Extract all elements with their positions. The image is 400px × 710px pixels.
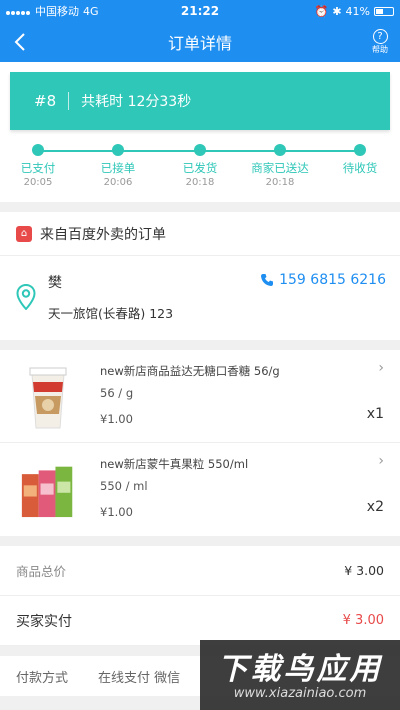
product-item[interactable]: new新店商品益达无糖口香糖 56/g 56 / g ¥1.00 › x1 (0, 350, 400, 443)
timeline-dot (274, 144, 286, 156)
delivery-address: 樊 天一旅馆(长春路) 123 159 6815 6216 (0, 256, 400, 340)
products-section: new新店商品益达无糖口香糖 56/g 56 / g ¥1.00 › x1 ne… (0, 350, 400, 536)
order-status-section: #8 共耗时 12分33秒 已支付 20:05 已接单 20:06 已发货 20… (0, 62, 400, 202)
product-price: ¥1.00 (100, 505, 133, 519)
watermark-overlay: 下载鸟应用 www.xiazainiao.com (200, 640, 400, 710)
order-number: #8 (34, 92, 57, 110)
chevron-right-icon: › (378, 360, 384, 376)
timeline-dot (112, 144, 124, 156)
watermark-url: www.xiazainiao.com (233, 686, 367, 701)
order-duration: 共耗时 12分33秒 (81, 94, 192, 110)
section-gap (0, 536, 400, 546)
payment-label: 付款方式 (16, 670, 69, 686)
chevron-right-icon: › (378, 453, 384, 469)
timeline-label: 已接单 (100, 161, 136, 175)
baidu-waimai-icon: ⌂ (16, 225, 32, 242)
product-quantity: x2 (366, 499, 384, 515)
timeline-dot (354, 144, 366, 156)
battery-icon (374, 6, 394, 16)
order-source: ⌂ 来自百度外卖的订单 (0, 212, 400, 256)
product-name: new新店蒙牛真果粒 550/ml (100, 457, 249, 471)
product-image-cup (29, 367, 67, 429)
timeline-label: 已支付 (20, 161, 56, 175)
product-price: ¥1.00 (100, 412, 133, 426)
paid-value: ¥ 3.00 (342, 613, 384, 628)
paid-row: 买家实付 ¥ 3.00 (0, 596, 400, 646)
product-quantity: x1 (366, 406, 384, 422)
banner-divider (68, 92, 70, 110)
page-title: 订单详情 (167, 34, 232, 53)
timeline-time: 20:18 (265, 177, 295, 188)
location-pin-icon (16, 284, 36, 310)
total-value: ¥ 3.00 (344, 563, 384, 578)
total-label: 商品总价 (16, 564, 67, 579)
timeline-label: 商家已送达 (251, 161, 309, 175)
order-source-text: 来自百度外卖的订单 (40, 226, 166, 243)
total-row: 商品总价 ¥ 3.00 (0, 546, 400, 596)
phone-number: 159 6815 6216 (279, 272, 386, 288)
address-line: 天一旅馆(长春路) 123 (48, 306, 174, 321)
product-item[interactable]: new新店蒙牛真果粒 550/ml 550 / ml ¥1.00 › x2 (0, 443, 400, 536)
timeline-step-delivered: 商家已送达 20:18 (245, 144, 315, 188)
timeline-time: 20:05 (23, 177, 53, 188)
paid-label: 买家实付 (16, 613, 72, 630)
timeline-label: 已发货 (182, 161, 218, 175)
timeline-step-paid: 已支付 20:05 (3, 144, 73, 188)
product-spec: 56 / g (100, 386, 134, 400)
status-bar: 中国移动 4G 21:22 ⏰ ✱ 41% (0, 0, 400, 22)
section-gap (0, 340, 400, 350)
phone-icon (261, 274, 274, 286)
timeline-step-accepted: 已接单 20:06 (83, 144, 153, 188)
nav-bar: 订单详情 ? 帮助 (0, 22, 400, 62)
payment-methods: 在线支付 微信 (98, 670, 181, 686)
timeline-step-awaiting: 待收货 (325, 144, 395, 177)
status-time: 21:22 (180, 4, 220, 18)
timeline-time: 20:06 (103, 177, 133, 188)
timeline-time: 20:18 (185, 177, 215, 188)
product-image-boxes (21, 466, 73, 518)
summary-section: 商品总价 ¥ 3.00 买家实付 ¥ 3.00 (0, 546, 400, 646)
product-name: new新店商品益达无糖口香糖 56/g (100, 364, 280, 378)
watermark-main: 下载鸟应用 (217, 652, 383, 687)
order-timeline: 已支付 20:05 已接单 20:06 已发货 20:18 商家已送达 20:1… (10, 144, 390, 208)
timeline-dot (32, 144, 44, 156)
customer-name: 樊 (48, 275, 62, 291)
product-spec: 550 / ml (100, 479, 148, 493)
customer-section: ⌂ 来自百度外卖的订单 樊 天一旅馆(长春路) 123 159 6815 621… (0, 212, 400, 340)
timeline-label: 待收货 (342, 161, 378, 175)
phone-link[interactable]: 159 6815 6216 (260, 272, 386, 288)
timeline-dot (194, 144, 206, 156)
timeline-step-shipped: 已发货 20:18 (165, 144, 235, 188)
order-banner: #8 共耗时 12分33秒 (10, 72, 390, 130)
